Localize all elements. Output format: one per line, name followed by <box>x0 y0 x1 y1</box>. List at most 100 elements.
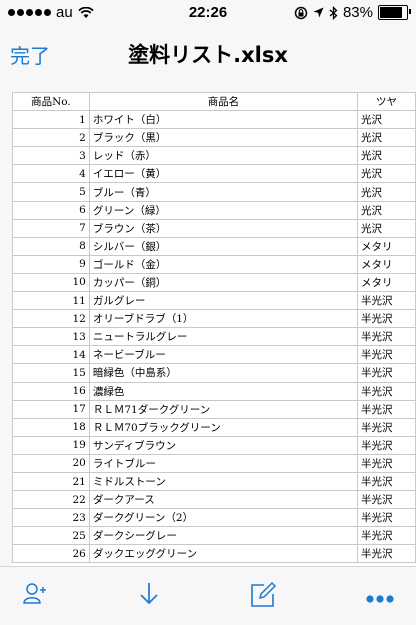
cell-no[interactable]: 1 <box>12 110 90 130</box>
table-row: 22 ダークアース 半光沢 <box>12 490 416 510</box>
cell-no[interactable]: 17 <box>12 399 90 419</box>
cell-name[interactable]: サンディブラウン <box>88 435 359 455</box>
cell-gloss[interactable]: 光沢 <box>357 182 416 202</box>
table-row: 23 ダークグリーン（2） 半光沢 <box>12 508 416 528</box>
cell-gloss[interactable]: メタリ <box>357 236 416 256</box>
cell-name[interactable]: ゴールド（金） <box>88 254 359 274</box>
cell-name[interactable]: ミドルストーン <box>88 471 359 492</box>
download-icon[interactable] <box>137 581 161 611</box>
document-title: 塗料リスト.xlsx <box>128 43 288 67</box>
header-cell-gloss[interactable]: ツヤ <box>357 92 416 112</box>
cell-no[interactable]: 5 <box>12 182 90 202</box>
add-person-icon[interactable] <box>22 581 48 611</box>
cell-name[interactable]: ＲＬＭ71ダークグリーン <box>88 399 359 419</box>
cell-gloss[interactable]: 光沢 <box>357 146 416 166</box>
cell-no[interactable]: 12 <box>12 309 90 329</box>
navigation-bar: 完了 塗料リスト.xlsx <box>0 26 416 84</box>
cell-name[interactable]: ＲＬＭ70ブラックグリーン <box>88 417 359 437</box>
table-row: 12 オリーブドラブ（1） 半光沢 <box>12 309 416 329</box>
cell-no[interactable]: 6 <box>12 200 90 220</box>
cell-name[interactable]: ネービーブルー <box>88 345 359 365</box>
bluetooth-icon <box>329 5 338 20</box>
cell-no[interactable]: 4 <box>12 164 90 184</box>
cell-gloss[interactable]: 半光沢 <box>357 544 416 564</box>
cell-name[interactable]: ダックエッググリーン <box>88 544 359 564</box>
cell-no[interactable]: 13 <box>12 327 90 347</box>
cell-name[interactable]: ガルグレー <box>88 291 359 311</box>
cell-gloss[interactable]: 半光沢 <box>357 526 416 546</box>
cell-no[interactable]: 25 <box>12 526 90 546</box>
cell-gloss[interactable]: 半光沢 <box>357 291 416 311</box>
cell-name[interactable]: ホワイト（白） <box>88 110 359 130</box>
table-row: 20 ライトブルー 半光沢 <box>12 453 416 473</box>
cell-name[interactable]: ダークアース <box>88 490 359 510</box>
cell-no[interactable]: 22 <box>12 490 90 510</box>
cell-no[interactable]: 14 <box>12 345 90 365</box>
cell-gloss[interactable]: 光沢 <box>357 164 416 184</box>
cell-no[interactable]: 2 <box>12 128 90 148</box>
cell-name[interactable]: ニュートラルグレー <box>88 327 359 347</box>
cell-name[interactable]: 暗緑色（中島系） <box>88 363 359 383</box>
cell-name[interactable]: ブラック（黒） <box>88 128 359 148</box>
table-row: 17 ＲＬＭ71ダークグリーン 半光沢 <box>12 399 416 419</box>
table-row: 8 シルバー（銀） メタリ <box>12 236 416 256</box>
cell-name[interactable]: オリーブドラブ（1） <box>88 309 359 329</box>
cell-name[interactable]: ライトブルー <box>88 453 359 473</box>
cell-gloss[interactable]: 半光沢 <box>357 345 416 365</box>
cell-gloss[interactable]: 光沢 <box>357 110 416 130</box>
cell-gloss[interactable]: 半光沢 <box>357 363 416 383</box>
spreadsheet-view[interactable]: 商品No. 商品名 ツヤ 1 ホワイト（白） 光沢 2 ブラック（黒） 光沢 3 レッド（赤）… <box>12 92 416 566</box>
cell-gloss[interactable]: 半光沢 <box>357 471 416 492</box>
rotation-lock-icon <box>294 6 308 19</box>
table-row: 6 グリーン（緑） 光沢 <box>12 200 416 220</box>
cell-gloss[interactable]: 半光沢 <box>357 490 416 510</box>
cell-name[interactable]: ブルー（青） <box>88 182 359 202</box>
header-cell-name[interactable]: 商品名 <box>88 92 359 112</box>
cell-no[interactable]: 19 <box>12 435 90 455</box>
cell-gloss[interactable]: 半光沢 <box>357 381 416 401</box>
table-row: 21 ミドルストーン 半光沢 <box>12 471 416 492</box>
cell-gloss[interactable]: 光沢 <box>357 200 416 220</box>
cell-gloss[interactable]: 半光沢 <box>357 309 416 329</box>
cell-name[interactable]: ダークシーグレー <box>88 526 359 546</box>
cell-no[interactable]: 10 <box>12 272 90 293</box>
cell-gloss[interactable]: 半光沢 <box>357 417 416 437</box>
location-icon <box>313 7 324 18</box>
cell-gloss[interactable]: 光沢 <box>357 128 416 148</box>
table-row: 16 濃緑色 半光沢 <box>12 381 416 401</box>
cell-name[interactable]: ダークグリーン（2） <box>88 508 359 528</box>
cell-no[interactable]: 3 <box>12 146 90 166</box>
table-row: 19 サンディブラウン 半光沢 <box>12 435 416 455</box>
cell-name[interactable]: シルバー（銀） <box>88 236 359 256</box>
cell-name[interactable]: ブラウン（茶） <box>88 218 359 238</box>
cell-gloss[interactable]: 半光沢 <box>357 399 416 419</box>
header-cell-no[interactable]: 商品No. <box>12 92 90 112</box>
cell-name[interactable]: 濃緑色 <box>88 381 359 401</box>
cell-no[interactable]: 7 <box>12 218 90 238</box>
cell-no[interactable]: 11 <box>12 291 90 311</box>
cell-name[interactable]: レッド（赤） <box>88 146 359 166</box>
cell-gloss[interactable]: 光沢 <box>357 218 416 238</box>
cell-name[interactable]: イエロー（黄） <box>88 164 359 184</box>
cell-no[interactable]: 23 <box>12 508 90 528</box>
cell-no[interactable]: 8 <box>12 236 90 256</box>
cell-no[interactable]: 20 <box>12 453 90 473</box>
cell-gloss[interactable]: メタリ <box>357 254 416 274</box>
status-bar: au 22:26 83% <box>0 0 416 26</box>
cell-no[interactable]: 15 <box>12 363 90 383</box>
cell-gloss[interactable]: 半光沢 <box>357 453 416 473</box>
cell-no[interactable]: 21 <box>12 471 90 492</box>
cell-no[interactable]: 9 <box>12 254 90 274</box>
cell-gloss[interactable]: 半光沢 <box>357 508 416 528</box>
cell-no[interactable]: 16 <box>12 381 90 401</box>
cell-no[interactable]: 26 <box>12 544 90 564</box>
edit-icon[interactable] <box>249 581 277 613</box>
cell-gloss[interactable]: 半光沢 <box>357 435 416 455</box>
cell-name[interactable]: カッパー（銅） <box>88 272 359 293</box>
cell-no[interactable]: 18 <box>12 417 90 437</box>
more-icon[interactable] <box>366 589 394 608</box>
table-row: 14 ネービーブルー 半光沢 <box>12 345 416 365</box>
cell-name[interactable]: グリーン（緑） <box>88 200 359 220</box>
cell-gloss[interactable]: メタリ <box>357 272 416 293</box>
cell-gloss[interactable]: 半光沢 <box>357 327 416 347</box>
